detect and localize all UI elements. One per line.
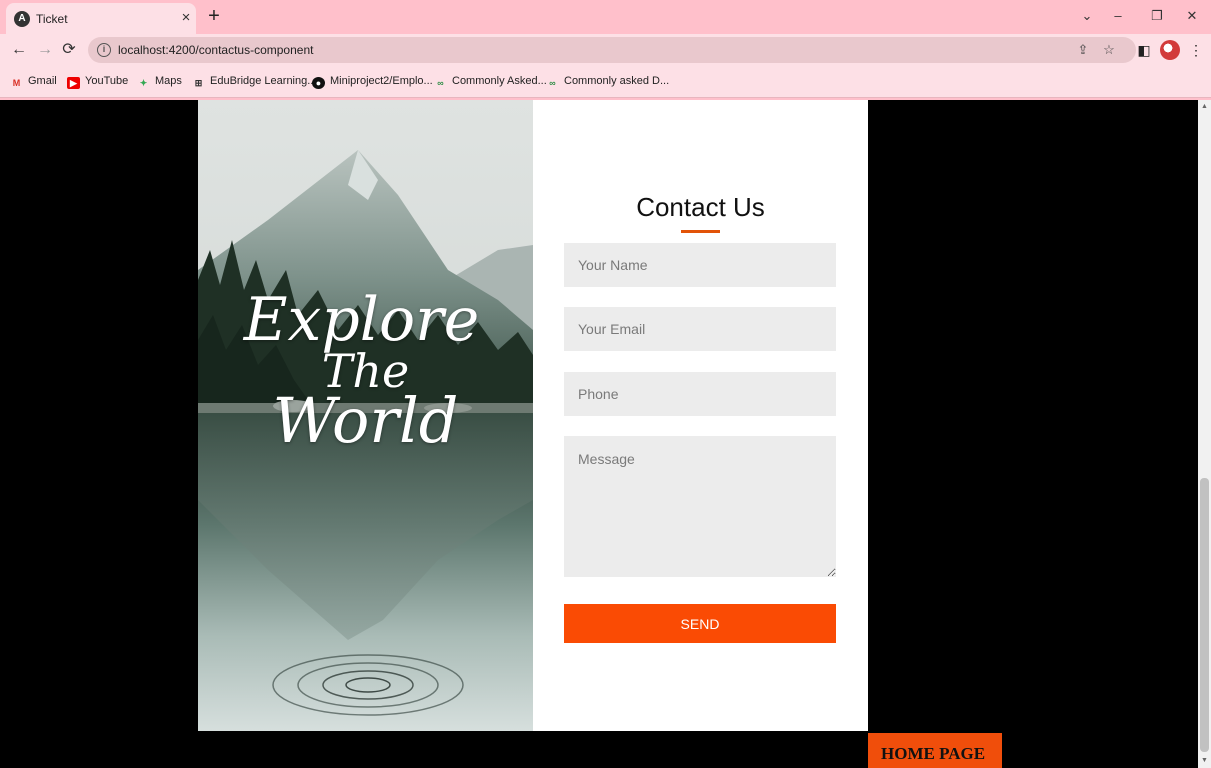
close-window-button[interactable]: ✕ [1181, 6, 1203, 26]
browser-tab[interactable]: A Ticket × [6, 3, 196, 34]
page-scrollbar[interactable]: ▲ ▼ [1198, 100, 1211, 768]
back-button[interactable]: ← [8, 39, 30, 61]
title-underline [681, 230, 720, 233]
share-icon[interactable]: ⇪ [1074, 41, 1092, 59]
github-icon: ● [312, 77, 325, 89]
scroll-up-arrow-icon[interactable]: ▲ [1201, 103, 1208, 110]
bookmark-label: EduBridge Learning... [210, 75, 317, 87]
gmail-icon: M [12, 78, 21, 88]
profile-avatar[interactable] [1160, 40, 1180, 60]
site-info-icon[interactable]: i [97, 43, 111, 57]
restore-button[interactable]: ❐ [1146, 6, 1168, 26]
bookmark-label: Commonly Asked... [452, 75, 547, 87]
contact-form: Contact Us SEND [533, 100, 868, 731]
name-input[interactable] [564, 243, 836, 287]
bookmark-maps[interactable]: ✦ Maps [137, 75, 182, 89]
form-title: Contact Us [636, 192, 765, 222]
email-input[interactable] [564, 307, 836, 351]
menu-kebab-icon[interactable]: ⋮ [1186, 40, 1206, 60]
browser-chrome: A Ticket × + ⌄ – ❐ ✕ ← → ⟳ i localhost:4… [0, 0, 1211, 100]
browser-toolbar: ← → ⟳ i localhost:4200/contactus-compone… [0, 34, 1211, 66]
maps-icon: ✦ [139, 78, 148, 88]
hero-line-world: World [272, 384, 459, 457]
bookmark-star-icon[interactable]: ☆ [1100, 41, 1118, 59]
bookmark-label: Gmail [28, 75, 57, 87]
bookmarks-bar: M Gmail ▶ YouTube ✦ Maps ⊞ EduBridge Learnin… [0, 66, 1211, 98]
geeksforgeeks-icon: ∞ [437, 78, 444, 88]
page-viewport: Explore The World Contact Us SEND HOME P… [0, 100, 1198, 768]
hero-image: Explore The World [198, 100, 533, 731]
forward-button[interactable]: → [34, 39, 56, 61]
send-button[interactable]: SEND [564, 604, 836, 643]
home-page-button[interactable]: HOME PAGE [868, 733, 1002, 768]
youtube-icon: ▶ [67, 77, 80, 89]
bookmark-edubridge[interactable]: ⊞ EduBridge Learning... [192, 75, 317, 89]
tab-search-icon[interactable]: ⌄ [1076, 6, 1098, 26]
scroll-thumb[interactable] [1200, 478, 1209, 752]
tab-bar: A Ticket × + ⌄ – ❐ ✕ [0, 0, 1211, 34]
bookmark-github[interactable]: ● Miniproject2/Emplo... [312, 75, 433, 89]
side-panel-icon[interactable]: ◧ [1134, 40, 1154, 60]
angular-icon: A [14, 11, 30, 27]
address-bar[interactable]: i localhost:4200/contactus-component ⇪ ☆ [88, 37, 1136, 63]
tab-title: Ticket [36, 12, 68, 26]
bookmark-gmail[interactable]: M Gmail [10, 75, 57, 89]
bookmark-commonly-asked-2[interactable]: ∞ Commonly asked D... [546, 75, 669, 89]
hero-title: Explore The World [198, 290, 533, 452]
edubridge-icon: ⊞ [194, 78, 203, 88]
geeksforgeeks-icon: ∞ [549, 78, 556, 88]
new-tab-button[interactable]: + [203, 5, 225, 27]
message-textarea[interactable] [564, 436, 836, 577]
url-text: localhost:4200/contactus-component [118, 43, 314, 57]
scroll-down-arrow-icon[interactable]: ▼ [1201, 757, 1208, 764]
bookmark-youtube[interactable]: ▶ YouTube [67, 75, 128, 89]
close-tab-icon[interactable]: × [178, 9, 194, 27]
reload-button[interactable]: ⟳ [58, 39, 80, 61]
bookmark-label: YouTube [85, 75, 129, 87]
minimize-button[interactable]: – [1107, 6, 1129, 26]
bookmark-commonly-asked-1[interactable]: ∞ Commonly Asked... [434, 75, 547, 89]
bookmark-label: Commonly asked D... [564, 75, 670, 87]
hero-line-explore: Explore [243, 285, 480, 355]
bookmark-label: Miniproject2/Emplo... [330, 75, 433, 87]
phone-input[interactable] [564, 372, 836, 416]
bookmark-label: Maps [155, 75, 182, 87]
